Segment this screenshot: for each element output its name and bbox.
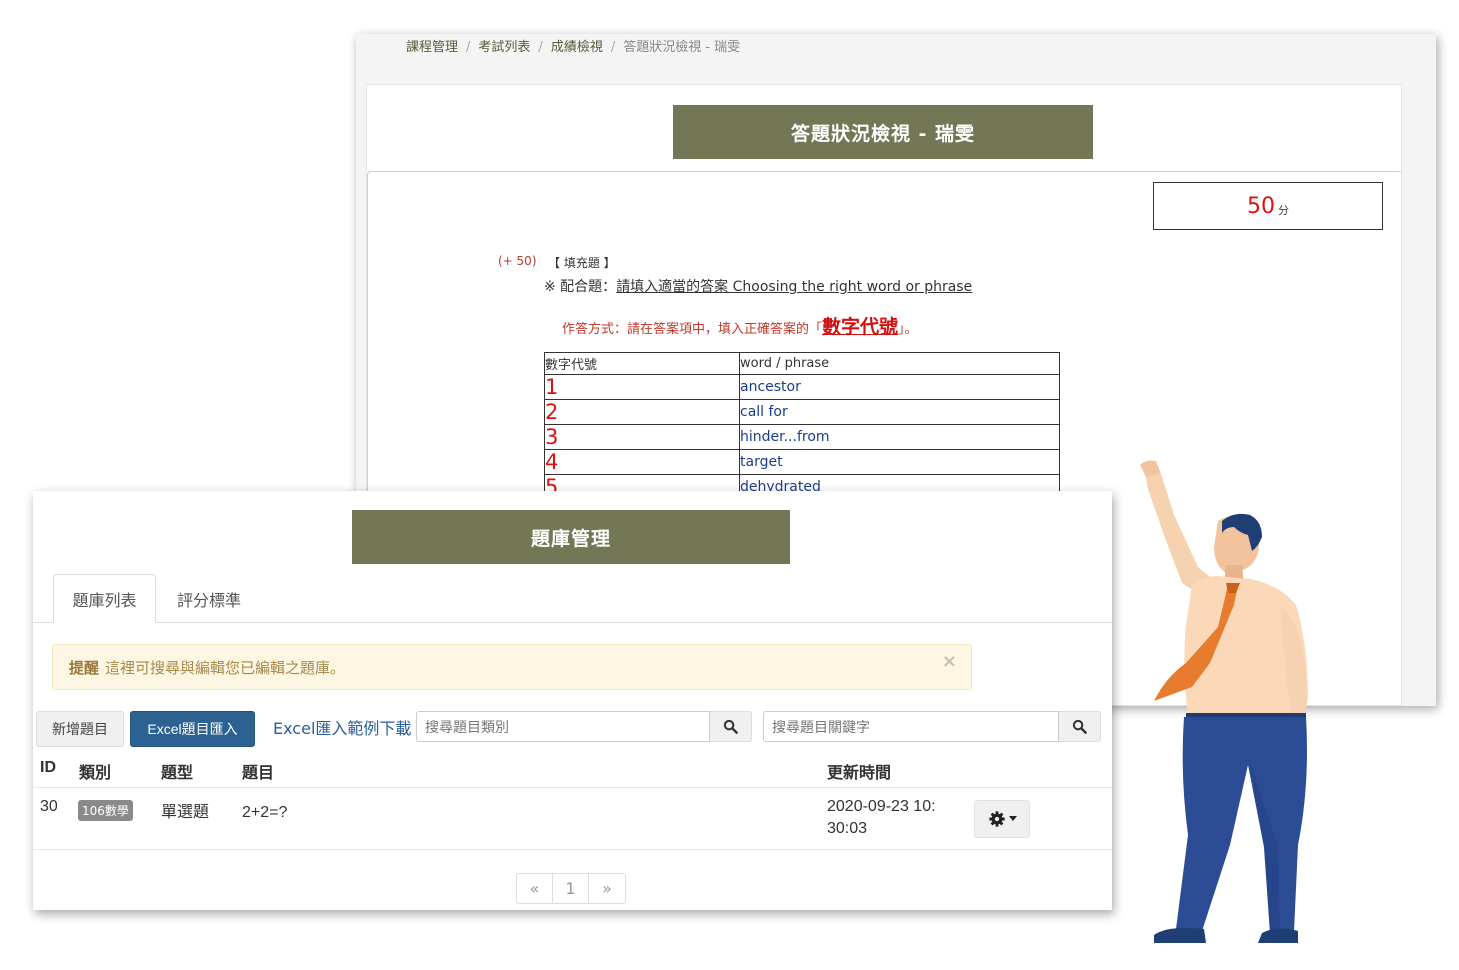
- question-points: (+ 50): [498, 254, 537, 268]
- table-row: 3 hinder...from: [544, 424, 1060, 450]
- word-cell: hinder...from: [739, 424, 1060, 450]
- method-suffix: 」。: [898, 322, 918, 337]
- header-category: 類別: [79, 765, 112, 782]
- header-id: ID: [40, 759, 56, 776]
- close-icon[interactable]: ×: [942, 651, 957, 672]
- breadcrumb: 課程管理 / 考試列表 / 成績檢視 / 答題狀況檢視 - 瑞雯: [406, 40, 741, 55]
- pagination: « 1 »: [516, 873, 626, 904]
- add-question-button[interactable]: 新增題目: [36, 711, 124, 747]
- table-row: 4 target: [544, 449, 1060, 475]
- question-bank-window: 題庫管理 題庫列表 評分標準 提醒 這裡可搜尋與編輯您已編輯之題庫。 × 新增題…: [33, 491, 1112, 910]
- reminder-alert: 提醒 這裡可搜尋與編輯您已編輯之題庫。 ×: [52, 644, 972, 690]
- category-badge: 106數學: [78, 800, 133, 821]
- tab-question-list[interactable]: 題庫列表: [53, 574, 156, 623]
- pagination-prev[interactable]: «: [517, 874, 553, 903]
- word-cell: ancestor: [739, 374, 1060, 400]
- alert-text: 這裡可搜尋與編輯您已編輯之題庫。: [105, 658, 346, 677]
- word-table: 數字代號 word / phrase 1 ancestor 2 call for…: [544, 352, 1060, 500]
- table-row[interactable]: 30 106數學 單選題 2+2=? 2020-09-23 10: 30:03: [33, 788, 1112, 850]
- row-action-button[interactable]: [974, 800, 1030, 838]
- method-key: 數字代號: [822, 316, 899, 338]
- search-icon: [1072, 719, 1087, 734]
- category-search-input[interactable]: [416, 711, 710, 742]
- tab-bar: 題庫列表 評分標準: [33, 574, 1112, 623]
- keyword-search-input[interactable]: [763, 711, 1059, 742]
- method-prefix: 作答方式：請在答案項中，填入正確答案的「: [562, 322, 823, 337]
- page-title: 答題狀況檢視 - 瑞雯: [673, 105, 1093, 159]
- keyword-search-button[interactable]: [1059, 711, 1101, 742]
- tab-grading-criteria[interactable]: 評分標準: [163, 574, 255, 623]
- number-cell: 1: [544, 374, 740, 400]
- cheering-person-illustration: [1140, 460, 1308, 943]
- answer-method: 作答方式：請在答案項中，填入正確答案的「數字代號」。: [562, 312, 918, 339]
- word-table-header: 數字代號 word / phrase: [544, 352, 1060, 375]
- row-type: 單選題: [161, 804, 210, 821]
- instruction-text: 請填入適當的答案 Choosing the right word or phra…: [616, 279, 973, 295]
- row-updated: 2020-09-23 10: 30:03: [827, 796, 936, 840]
- alert-strong: 提醒: [69, 658, 100, 677]
- word-cell: call for: [739, 399, 1060, 425]
- bank-title: 題庫管理: [352, 510, 790, 564]
- category-search-button[interactable]: [710, 711, 752, 742]
- table-header: ID 類別 題型 題目 更新時間: [33, 753, 1112, 788]
- header-number: 數字代號: [544, 352, 740, 375]
- number-cell: 3: [544, 424, 740, 450]
- row-updated-line1: 2020-09-23 10:: [827, 798, 936, 815]
- breadcrumb-course-management[interactable]: 課程管理: [406, 40, 458, 55]
- word-cell: target: [739, 449, 1060, 475]
- header-type: 題型: [161, 765, 194, 782]
- excel-import-button[interactable]: Excel題目匯入: [130, 711, 255, 747]
- score-value: 50: [1247, 193, 1275, 219]
- header-question: 題目: [242, 765, 275, 782]
- row-updated-line2: 30:03: [827, 820, 868, 837]
- table-row: 2 call for: [544, 399, 1060, 425]
- number-cell: 4: [544, 449, 740, 475]
- caret-down-icon: [1008, 816, 1017, 821]
- search-icon: [723, 719, 738, 734]
- question-type: 【 填充題 】: [548, 256, 616, 270]
- gear-icon: [988, 811, 1005, 827]
- instruction-prefix: ※ 配合題：: [544, 279, 617, 295]
- score-unit: 分: [1278, 204, 1289, 217]
- header-updated: 更新時間: [827, 765, 892, 782]
- breadcrumb-current: 答題狀況檢視 - 瑞雯: [623, 40, 741, 55]
- breadcrumb-exam-list[interactable]: 考試列表: [478, 40, 530, 55]
- number-cell: 2: [544, 399, 740, 425]
- row-question: 2+2=?: [242, 804, 288, 821]
- pagination-page-1[interactable]: 1: [553, 874, 589, 903]
- pagination-next[interactable]: »: [589, 874, 625, 903]
- excel-sample-download-link[interactable]: Excel匯入範例下載: [273, 715, 411, 739]
- header-word: word / phrase: [739, 352, 1060, 375]
- breadcrumb-grade-view[interactable]: 成績檢視: [551, 40, 603, 55]
- score-box: 50 分: [1153, 182, 1383, 230]
- question-instruction: ※ 配合題：請填入適當的答案 Choosing the right word o…: [544, 276, 972, 296]
- row-id: 30: [40, 798, 58, 815]
- table-row: 1 ancestor: [544, 374, 1060, 400]
